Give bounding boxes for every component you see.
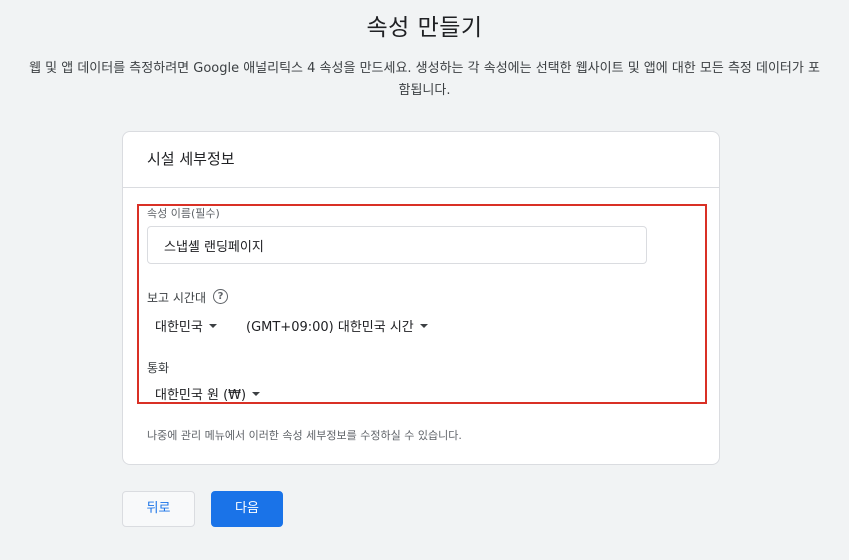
timezone-zone-value: (GMT+09:00) 대한민국 시간	[246, 320, 414, 335]
page-title: 속성 만들기	[366, 15, 483, 41]
back-button[interactable]: 뒤로	[122, 491, 195, 527]
currency-value: 대한민국 원 (₩)	[155, 388, 247, 403]
timezone-country-dropdown[interactable]: 대한민국	[155, 316, 217, 335]
edit-later-note: 나중에 관리 메뉴에서 이러한 속성 세부정보를 수정하실 수 있습니다.	[147, 429, 462, 442]
currency-dropdown[interactable]: 대한민국 원 (₩)	[155, 384, 261, 403]
help-circle-icon[interactable]: ?	[213, 289, 228, 304]
create-property-page: 속성 만들기 웹 및 앱 데이터를 측정하려면 Google 애널리틱스 4 속…	[0, 0, 849, 560]
timezone-label: 보고 시간대	[147, 291, 207, 305]
timezone-zone-dropdown[interactable]: (GMT+09:00) 대한민국 시간	[246, 316, 428, 335]
next-button[interactable]: 다음	[211, 491, 283, 527]
currency-label: 통화	[147, 361, 170, 375]
timezone-country-value: 대한민국	[155, 320, 203, 335]
card-title: 시설 세부정보	[123, 132, 719, 188]
page-description: 웹 및 앱 데이터를 측정하려면 Google 애널리틱스 4 속성을 만드세요…	[29, 61, 820, 98]
caret-down-icon	[419, 323, 428, 328]
property-name-label: 속성 이름(필수)	[147, 207, 220, 220]
caret-down-icon	[252, 391, 261, 396]
property-name-input[interactable]	[147, 226, 647, 264]
property-details-card: 시설 세부정보 속성 이름(필수) 보고 시간대 ? 대한민국 (GMT+09:…	[122, 131, 720, 465]
caret-down-icon	[208, 323, 217, 328]
